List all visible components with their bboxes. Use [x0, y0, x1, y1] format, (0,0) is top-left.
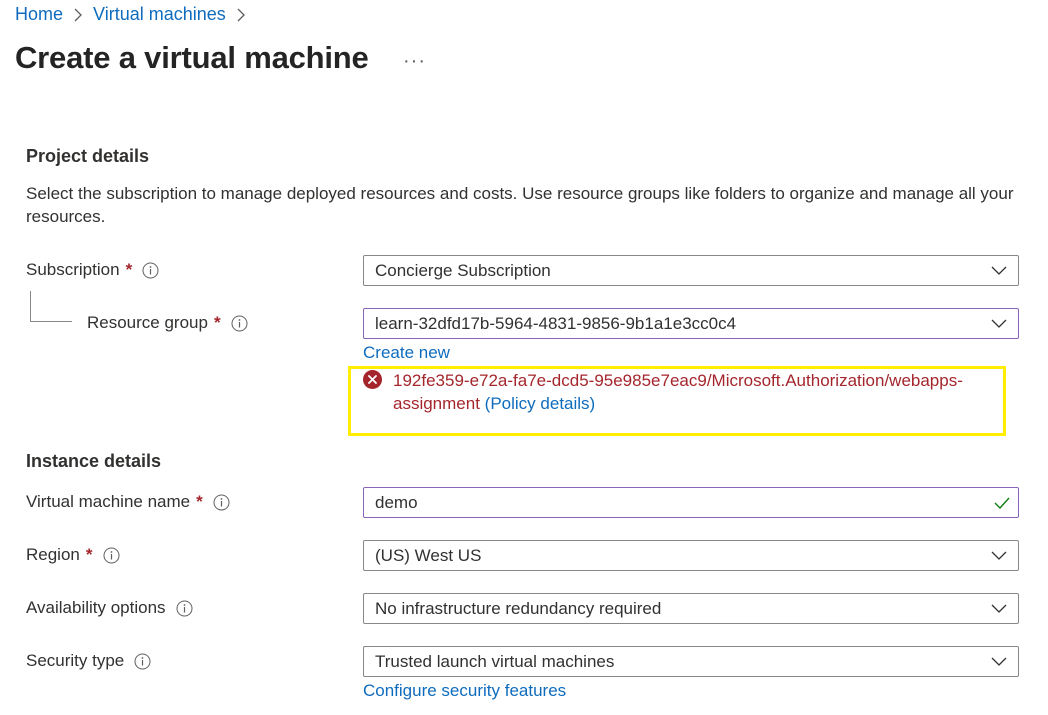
policy-details-link[interactable]: (Policy details) — [485, 394, 596, 413]
availability-dropdown[interactable]: No infrastructure redundancy required — [363, 593, 1019, 624]
info-icon[interactable] — [142, 262, 159, 279]
page-title: Create a virtual machine — [15, 40, 369, 75]
chevron-right-icon — [237, 8, 245, 21]
tree-connector-vertical — [30, 291, 31, 321]
chevron-down-icon — [991, 604, 1007, 613]
breadcrumb-home-link[interactable]: Home — [15, 4, 63, 25]
resource-group-dropdown[interactable]: learn-32dfd17b-5964-4831-9856-9b1a1e3cc0… — [363, 308, 1019, 339]
required-marker: * — [196, 492, 203, 511]
chevron-down-icon — [991, 266, 1007, 275]
subscription-dropdown[interactable]: Concierge Subscription — [363, 255, 1019, 286]
security-type-dropdown[interactable]: Trusted launch virtual machines — [363, 646, 1019, 677]
subscription-label: Subscription * — [26, 260, 159, 280]
error-message-text: 192fe359-e72a-fa7e-dcd5-95e985e7eac9/Mic… — [393, 371, 963, 413]
region-label-text: Region — [26, 545, 80, 564]
instance-details-heading: Instance details — [26, 451, 162, 471]
tree-connector-horizontal — [30, 321, 72, 322]
required-marker: * — [125, 260, 133, 279]
security-type-value: Trusted launch virtual machines — [375, 651, 615, 671]
vm-name-value: demo — [375, 492, 418, 512]
availability-label-text: Availability options — [26, 598, 166, 617]
security-type-label-text: Security type — [26, 651, 125, 670]
vm-name-label: Virtual machine name * — [26, 492, 230, 512]
chevron-down-icon — [991, 657, 1007, 666]
breadcrumb: Home Virtual machines — [15, 4, 256, 25]
error-icon — [363, 370, 382, 389]
vm-name-label-text: Virtual machine name — [26, 492, 191, 511]
subscription-label-text: Subscription — [26, 260, 120, 279]
info-icon[interactable] — [176, 600, 193, 617]
availability-value: No infrastructure redundancy required — [375, 598, 662, 618]
configure-security-features-link[interactable]: Configure security features — [363, 681, 566, 701]
error-message: 192fe359-e72a-fa7e-dcd5-95e985e7eac9/Mic… — [393, 369, 993, 415]
security-type-label: Security type — [26, 651, 151, 671]
more-options-button[interactable]: ··· — [403, 50, 426, 73]
info-icon[interactable] — [134, 653, 151, 670]
region-dropdown[interactable]: (US) West US — [363, 540, 1019, 571]
required-marker: * — [213, 313, 221, 332]
region-label: Region * — [26, 545, 120, 565]
chevron-right-icon — [74, 8, 82, 21]
resource-group-label: Resource group * — [87, 313, 248, 333]
vm-name-input[interactable]: demo — [363, 487, 1019, 518]
checkmark-icon — [994, 497, 1010, 510]
project-details-description: Select the subscription to manage deploy… — [26, 184, 1014, 226]
required-marker: * — [85, 545, 93, 564]
info-icon[interactable] — [231, 315, 248, 332]
resource-group-label-text: Resource group — [87, 313, 208, 332]
breadcrumb-virtual-machines-link[interactable]: Virtual machines — [93, 4, 226, 25]
project-details-heading: Project details — [26, 146, 150, 166]
create-new-resource-group-link[interactable]: Create new — [363, 343, 450, 363]
info-icon[interactable] — [103, 547, 120, 564]
chevron-down-icon — [991, 551, 1007, 560]
chevron-down-icon — [991, 319, 1007, 328]
resource-group-value: learn-32dfd17b-5964-4831-9856-9b1a1e3cc0… — [375, 313, 737, 333]
info-icon[interactable] — [213, 494, 230, 511]
availability-label: Availability options — [26, 598, 193, 618]
region-value: (US) West US — [375, 545, 482, 565]
subscription-value: Concierge Subscription — [375, 260, 551, 280]
